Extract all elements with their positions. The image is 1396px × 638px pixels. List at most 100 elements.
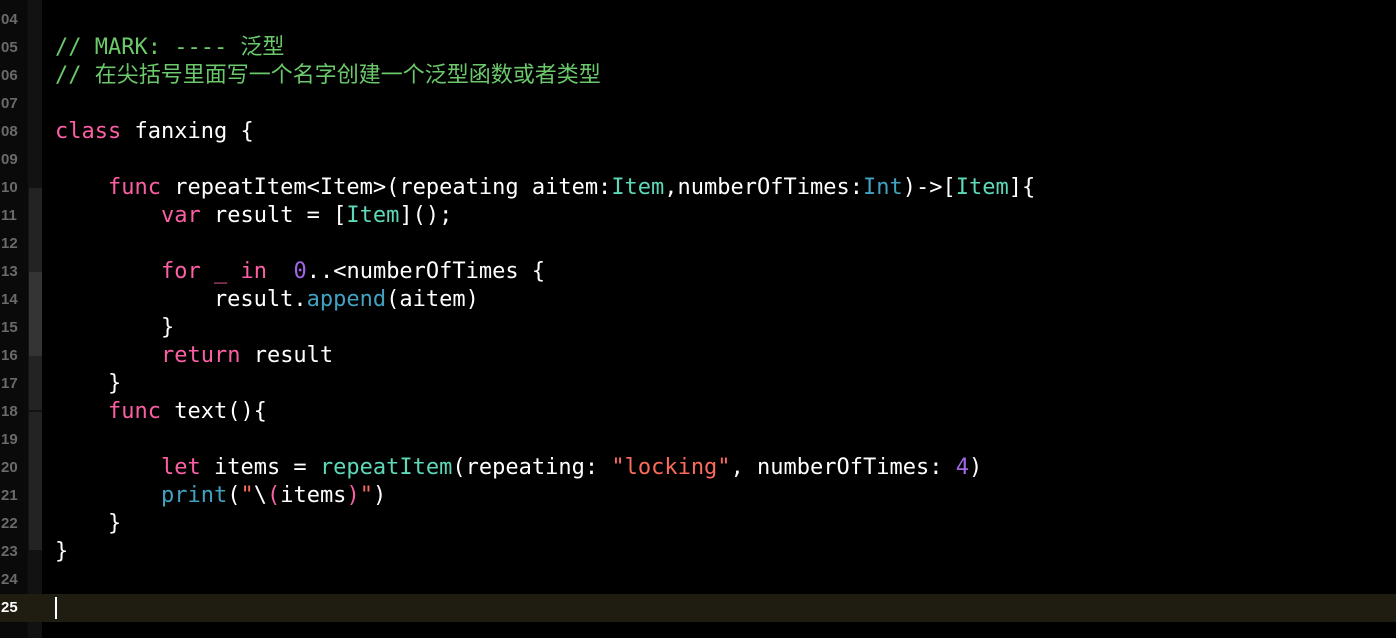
code-line[interactable]: 20 let items = repeatItem(repeating: "lo… <box>0 454 1396 482</box>
code-token: for <box>160 259 201 284</box>
code-text[interactable]: class fanxing { <box>55 118 254 146</box>
line-number: 22 <box>1 515 18 532</box>
line-number: 12 <box>1 235 18 252</box>
code-editor[interactable]: 04 05// MARK: ---- 泛型 06 // 在尖括号里面写一个名字创建一个… <box>0 0 1396 638</box>
line-number: 19 <box>1 431 18 448</box>
code-token: " <box>359 483 373 508</box>
line-number: 11 <box>1 207 17 224</box>
line-number: 20 <box>1 459 18 476</box>
code-token: } <box>55 511 122 536</box>
code-token: result. <box>55 287 307 312</box>
code-line[interactable]: 25 <box>0 594 1396 622</box>
code-token: ]{ <box>1008 175 1036 200</box>
code-text[interactable]: } <box>55 370 121 398</box>
code-line[interactable]: 17 } <box>0 370 1396 398</box>
code-text[interactable]: func text(){ <box>55 398 267 426</box>
code-token: , numberOfTimes: <box>730 455 956 480</box>
code-line[interactable]: 13 for _ in 0..<numberOfTimes { <box>0 258 1396 286</box>
code-token: items <box>280 483 347 508</box>
code-token: } <box>55 539 69 564</box>
code-line[interactable]: 09 <box>0 146 1396 174</box>
code-token: ) <box>372 483 387 508</box>
code-text[interactable]: } <box>55 510 121 538</box>
code-line[interactable]: 19 <box>0 426 1396 454</box>
line-number: 06 <box>1 67 18 84</box>
code-text[interactable]: let items = repeatItem(repeating: "locki… <box>55 454 982 482</box>
line-number: 16 <box>1 347 18 364</box>
code-text[interactable]: // 在尖括号里面写一个名字创建一个泛型函数或者类型 <box>55 62 601 90</box>
code-token: result = [ <box>200 203 347 228</box>
code-token: " <box>240 483 254 508</box>
code-token: result <box>240 343 334 368</box>
code-token: items = <box>200 455 320 480</box>
code-text[interactable]: result.append(aitem) <box>55 286 479 314</box>
line-number: 23 <box>1 543 18 560</box>
code-token: Item <box>611 175 665 200</box>
code-line[interactable]: 16 return result <box>0 342 1396 370</box>
code-line[interactable]: 10 func repeatItem<Item>(repeating aitem… <box>0 174 1396 202</box>
code-line[interactable]: 07 <box>0 90 1396 118</box>
code-text[interactable]: func repeatItem<Item>(repeating aitem:It… <box>55 174 1035 202</box>
line-number: 10 <box>1 179 18 196</box>
code-token: Item <box>346 203 400 228</box>
code-token: Int <box>862 175 903 200</box>
code-line[interactable]: 06 // 在尖括号里面写一个名字创建一个泛型函数或者类型 <box>0 62 1396 90</box>
line-number: 24 <box>1 571 18 588</box>
code-line[interactable]: 05 // MARK: ---- 泛型 <box>0 34 1396 62</box>
line-number: 17 <box>1 375 18 392</box>
code-token: fanxing { <box>121 119 254 144</box>
code-line[interactable]: 21 print("\(items)") <box>0 482 1396 510</box>
text-cursor <box>55 597 57 619</box>
code-text[interactable]: var result = [Item](); <box>55 202 452 230</box>
code-token: class <box>55 119 122 144</box>
code-line[interactable]: 22 } <box>0 510 1396 538</box>
code-token: } <box>55 371 122 396</box>
line-number: 07 <box>1 95 18 112</box>
code-token: in <box>240 259 267 284</box>
code-line[interactable]: 14 result.append(aitem) <box>0 286 1396 314</box>
code-token: ](); <box>399 203 453 228</box>
code-text[interactable]: return result <box>55 342 333 370</box>
line-number: 04 <box>1 11 18 28</box>
code-text[interactable]: // MARK: ---- 泛型 <box>55 34 284 62</box>
code-token: Item <box>955 175 1009 200</box>
code-line[interactable]: 04 <box>0 6 1396 34</box>
code-token: print <box>160 483 228 508</box>
line-number: 18 <box>1 403 18 420</box>
line-number: 15 <box>1 319 18 336</box>
code-line[interactable]: 15 } <box>0 314 1396 342</box>
code-text[interactable]: for _ in 0..<numberOfTimes { <box>55 258 545 286</box>
code-token: 0 <box>293 259 307 284</box>
line-number: 13 <box>1 263 18 280</box>
code-line[interactable]: 08 class fanxing { <box>0 118 1396 146</box>
code-token: repeatItem<Item>(repeating aitem: <box>160 175 612 200</box>
code-token: (repeating: <box>452 455 612 480</box>
code-token: text(){ <box>160 399 267 424</box>
code-token: // MARK: ---- 泛型 <box>55 35 285 60</box>
code-line[interactable]: 11 var result = [Item](); <box>0 202 1396 230</box>
code-token: )->[ <box>902 175 956 200</box>
code-token: ( <box>266 483 281 508</box>
code-text[interactable]: print("\(items)") <box>55 482 386 510</box>
code-line[interactable]: 24 <box>0 566 1396 594</box>
code-line[interactable]: 23} <box>0 538 1396 566</box>
code-text[interactable]: } <box>55 314 174 342</box>
code-token: var <box>160 203 201 228</box>
line-number: 25 <box>1 599 18 616</box>
line-number: 08 <box>1 123 18 140</box>
code-token: \ <box>253 483 267 508</box>
code-token: let <box>160 455 201 480</box>
code-line[interactable]: 12 <box>0 230 1396 258</box>
code-token: ( <box>227 483 241 508</box>
code-text[interactable]: } <box>55 538 68 566</box>
code-token: return <box>160 343 241 368</box>
code-token: "locking" <box>611 455 731 480</box>
code-line[interactable]: 18 func text(){ <box>0 398 1396 426</box>
